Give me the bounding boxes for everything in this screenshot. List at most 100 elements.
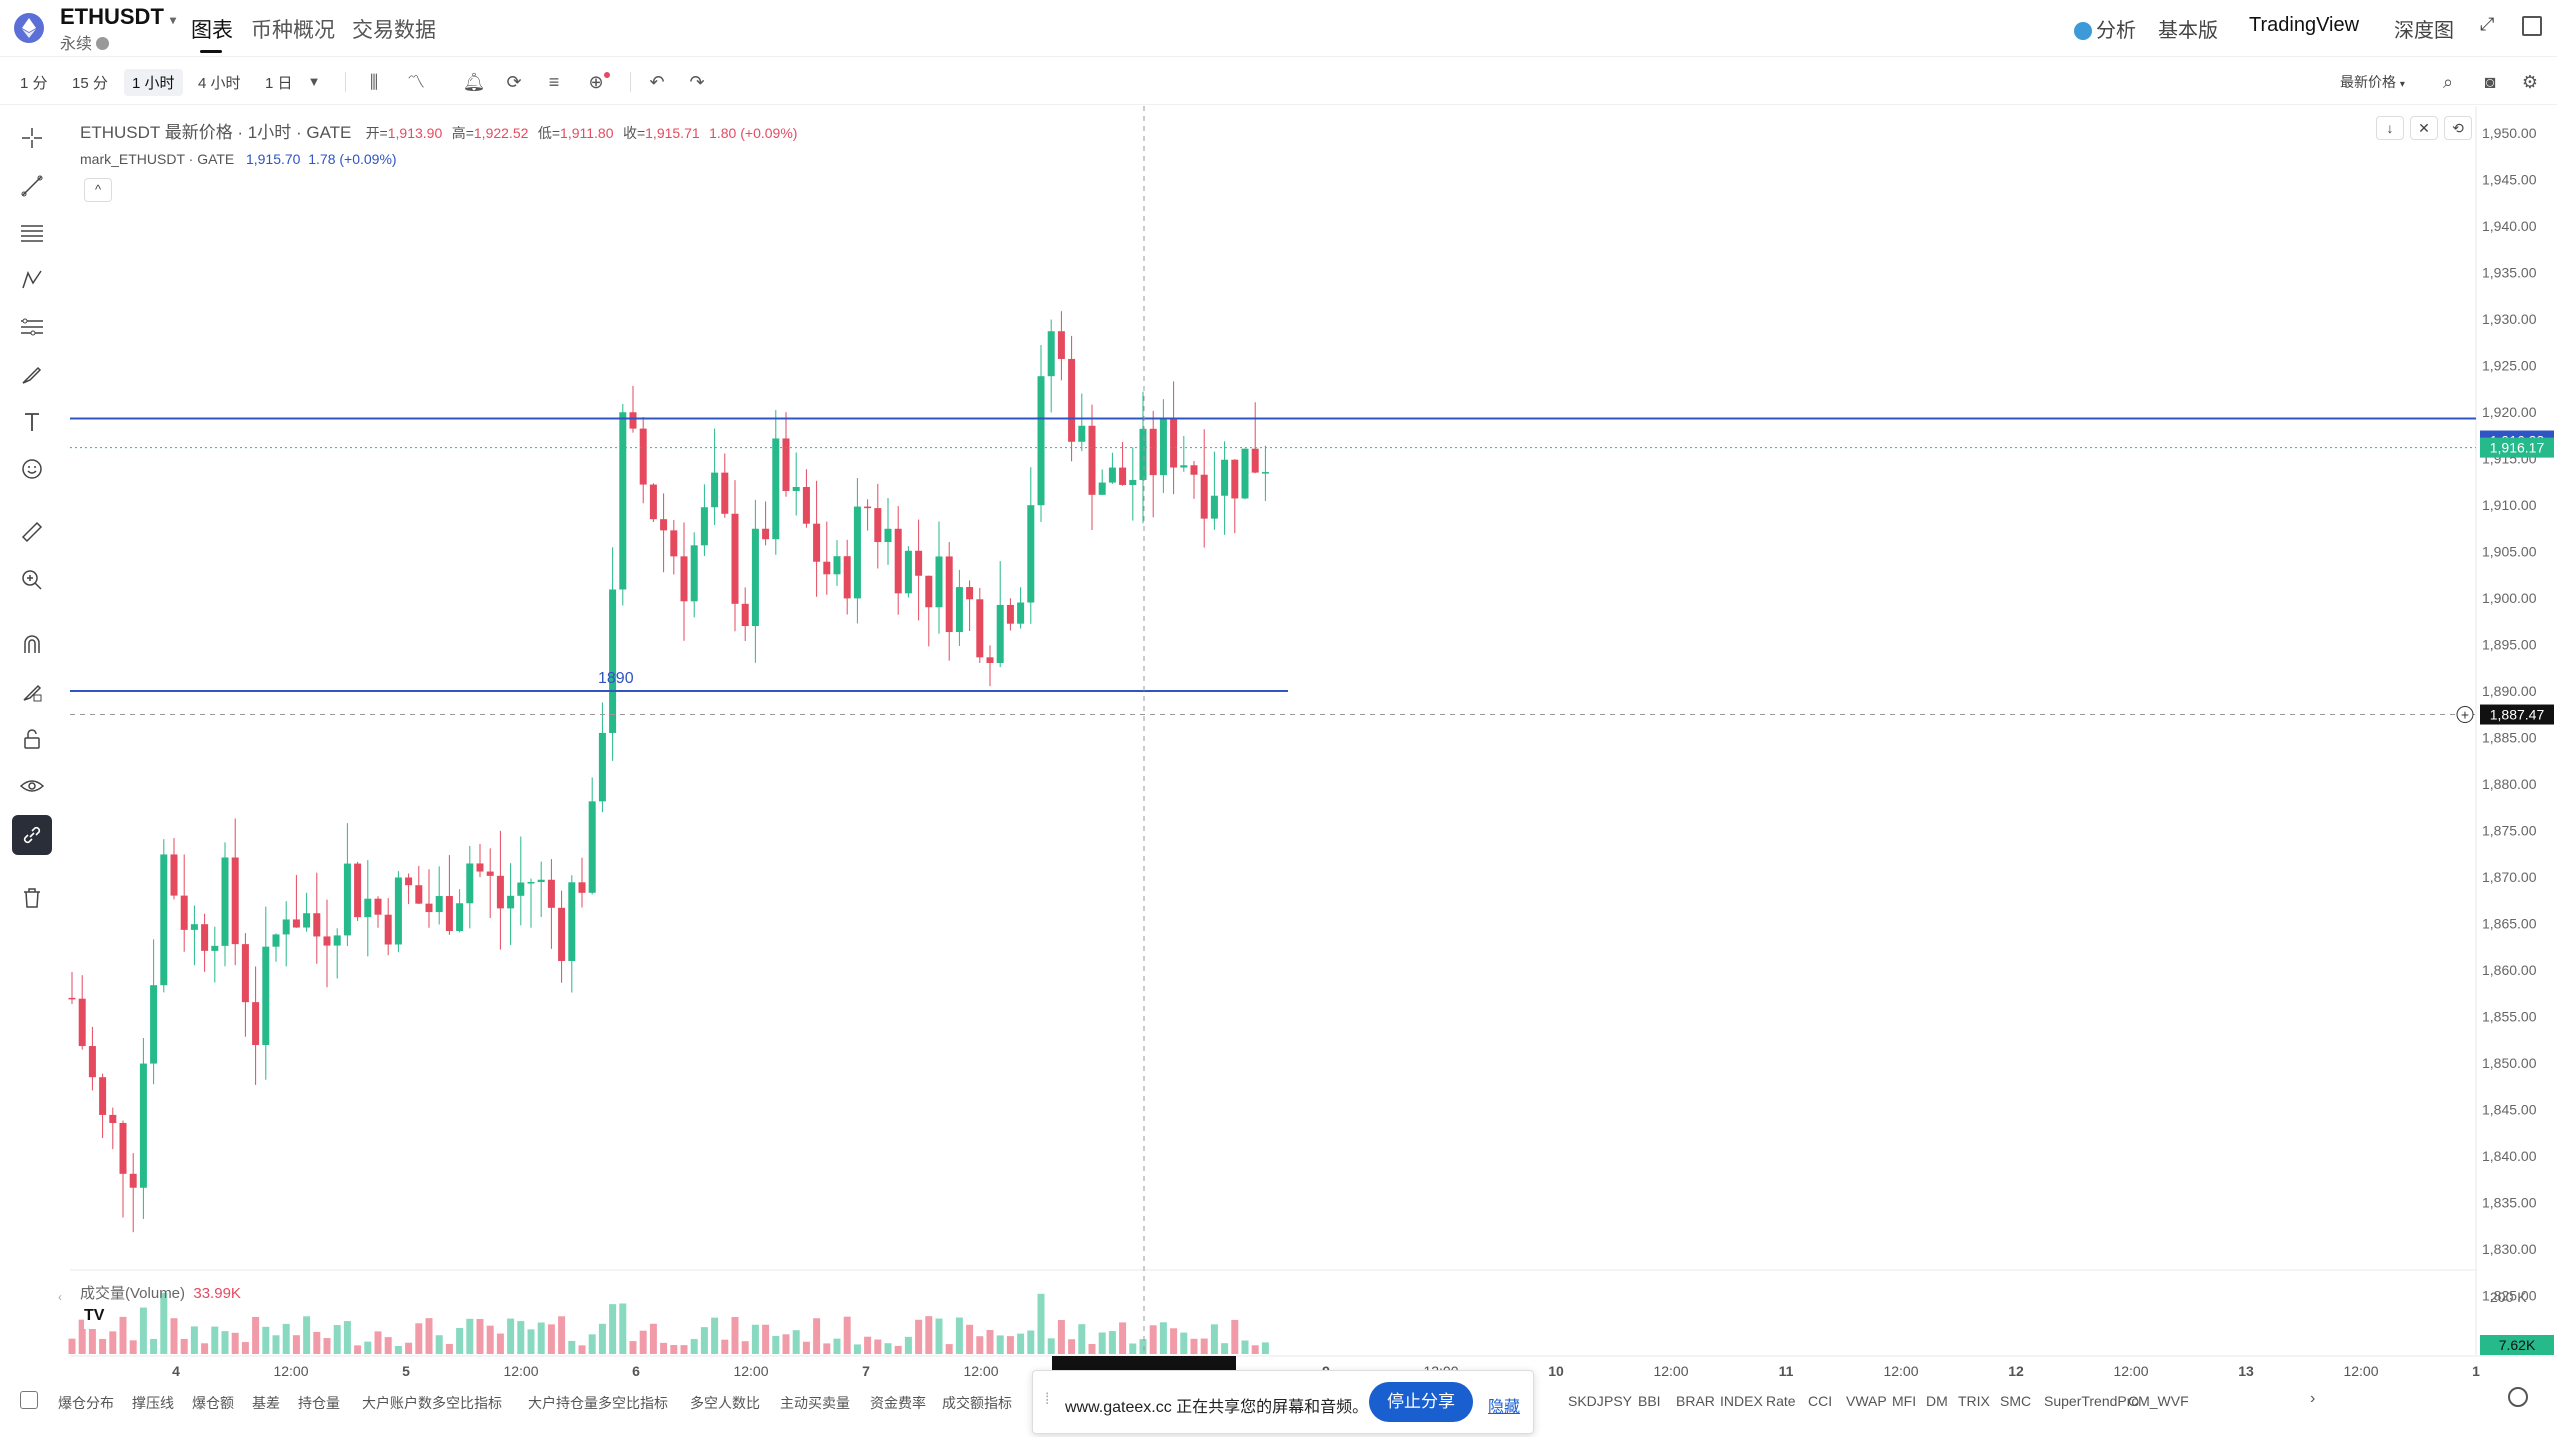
chevron-right-icon[interactable]: › (2310, 1390, 2315, 1408)
candle-body (129, 1173, 137, 1188)
candle-body (364, 898, 372, 918)
indicator-item[interactable]: 爆仓分布 (58, 1393, 114, 1413)
legend-high-label: 高= (451, 125, 474, 141)
volume-bar (170, 1318, 178, 1354)
volume-bar (721, 1339, 729, 1354)
y-tick-label: 1,905.00 (2482, 544, 2537, 560)
volume-bar (1037, 1293, 1045, 1354)
x-tick-label: 5 (402, 1363, 410, 1379)
indicator-item[interactable]: 主动买卖量 (780, 1393, 850, 1413)
settings-circle-icon[interactable] (2508, 1387, 2528, 1407)
chart-legend: ETHUSDT 最新价格 · 1小时 · GATE 开=1,913.90 高=1… (80, 118, 797, 143)
volume-bar (649, 1323, 657, 1354)
indicator-item[interactable]: 大户持仓量多空比指标 (528, 1393, 668, 1413)
candle-body (476, 863, 484, 872)
volume-bar (588, 1334, 596, 1354)
volume-bar (323, 1338, 331, 1354)
y-tick-label: 1,840.00 (2482, 1148, 2537, 1164)
indicator-item[interactable]: Rate (1766, 1393, 1796, 1409)
indicator-item[interactable]: VWAP (1846, 1393, 1887, 1409)
collapse-legend-button[interactable]: ^ (84, 178, 112, 202)
indicator-item[interactable]: 成交额指标 (942, 1393, 1012, 1413)
indicator-item[interactable]: SKDJ (1568, 1393, 1604, 1409)
indicator-item[interactable]: 撑压线 (132, 1393, 174, 1413)
candle-body (1037, 376, 1045, 506)
indicator-item[interactable]: BBI (1638, 1393, 1661, 1409)
calendar-icon[interactable] (20, 1391, 38, 1409)
indicator-item[interactable]: INDEX (1720, 1393, 1763, 1409)
indicator-item[interactable]: PSY (1604, 1393, 1632, 1409)
candle-body (1129, 479, 1137, 485)
candle-body (466, 863, 474, 904)
candle-body (680, 556, 688, 602)
candle-body (802, 487, 810, 524)
price-chart[interactable]: 1890 1,950.001,945.001,940.001,935.001,9… (0, 0, 2557, 1383)
volume-bar (1190, 1338, 1198, 1354)
candle-body (670, 530, 678, 557)
indicator-item[interactable]: CCI (1808, 1393, 1832, 1409)
stop-sharing-button[interactable]: 停止分享 (1369, 1382, 1473, 1422)
volume-bar (1170, 1328, 1178, 1354)
indicator-item[interactable]: BRAR (1676, 1393, 1715, 1409)
candle-body (415, 885, 423, 904)
candle-body (241, 944, 249, 1003)
volume-bar (1068, 1339, 1076, 1354)
indicator-item[interactable]: 基差 (252, 1393, 280, 1413)
y-tick-label: 1,865.00 (2482, 916, 2537, 932)
hide-link[interactable]: 隐藏 (1488, 1393, 1520, 1417)
volume-bar (1241, 1340, 1249, 1354)
indicator-item[interactable]: DM (1926, 1393, 1948, 1409)
volume-bar (986, 1330, 994, 1354)
volume-bar (813, 1318, 821, 1354)
volume-bar (1047, 1338, 1055, 1354)
candle-body (792, 487, 800, 491)
candle-body (721, 472, 729, 514)
volume-bar (303, 1316, 311, 1354)
candle-body (1006, 604, 1014, 624)
indicator-item[interactable]: CM_WVF (2128, 1393, 2189, 1409)
indicator-item[interactable]: TRIX (1958, 1393, 1990, 1409)
candle-body (1261, 472, 1269, 474)
volume-bar (670, 1345, 678, 1354)
volume-bar (231, 1332, 239, 1354)
candle-body (986, 657, 994, 663)
indicator-item[interactable]: 资金费率 (870, 1393, 926, 1413)
volume-bar (945, 1344, 953, 1354)
volume-bar (425, 1318, 433, 1354)
candle-body (578, 882, 586, 893)
drag-handle-icon[interactable]: ⁞ (1045, 1391, 1049, 1409)
volume-bar (711, 1317, 719, 1354)
volume-bar (537, 1322, 545, 1354)
legend-close-label: 收= (622, 125, 646, 141)
y-tick-label: 1,885.00 (2482, 730, 2537, 746)
arrow-down-icon[interactable]: ↓ (2376, 116, 2404, 140)
y-tick-label: 1,895.00 (2482, 637, 2537, 653)
indicator-item[interactable]: MFI (1892, 1393, 1916, 1409)
indicator-item[interactable]: SMC (2000, 1393, 2031, 1409)
volume-bar (119, 1316, 127, 1354)
volume-bar (272, 1335, 280, 1354)
legend-high: 1,922.52 (473, 125, 529, 141)
indicator-item[interactable]: 持仓量 (298, 1393, 340, 1413)
volume-bar (343, 1321, 351, 1354)
candle-body (384, 914, 392, 945)
indicator-item[interactable]: SuperTrendPro (2044, 1393, 2139, 1409)
volume-bar (435, 1335, 443, 1354)
candle-body (884, 528, 892, 543)
x-tick-label: 12:00 (1883, 1363, 1918, 1379)
volume-bar (1129, 1343, 1137, 1354)
reset-icon[interactable]: ⟲ (2444, 116, 2472, 140)
legend-title: ETHUSDT 最新价格 · 1小时 · GATE (80, 123, 352, 142)
candle-body (629, 412, 637, 429)
y-tick-label: 1,940.00 (2482, 218, 2537, 234)
collapse-arrows-icon[interactable]: ✕ (2410, 116, 2438, 140)
volume-bar (629, 1341, 637, 1354)
indicator-item[interactable]: 爆仓额 (192, 1393, 234, 1413)
indicator-item[interactable]: 大户账户数多空比指标 (362, 1393, 502, 1413)
volume-bar (190, 1326, 198, 1354)
candle-body (639, 428, 647, 485)
indicator-item[interactable]: 多空人数比 (690, 1393, 760, 1413)
candle-body (843, 556, 851, 599)
candle-body (292, 919, 300, 928)
candle-body (996, 604, 1004, 663)
